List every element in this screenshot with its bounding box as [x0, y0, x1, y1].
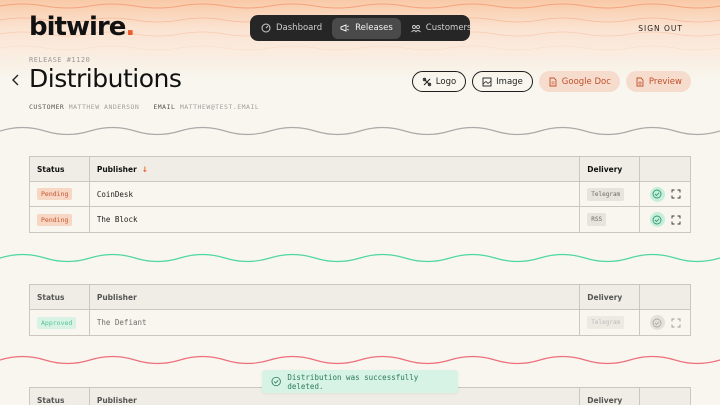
toast-message: Distribution was successfully deleted.	[287, 372, 419, 391]
image-button[interactable]: Image	[472, 71, 533, 92]
delivery-cell: Telegram	[580, 310, 641, 335]
pending-distributions-table: Status Publisher ↓ Delivery Pending CoinD…	[29, 156, 691, 233]
divider-wave-red	[0, 355, 720, 365]
logo-button[interactable]: Logo	[411, 71, 467, 92]
divider-wave-green	[0, 253, 720, 263]
main-nav: Dashboard Releases Customers	[250, 15, 471, 41]
success-toast: Distribution was successfully deleted.	[262, 370, 458, 393]
expand-icon	[671, 189, 680, 199]
dashboard-icon	[261, 23, 271, 33]
approve-button[interactable]	[649, 212, 665, 227]
release-label: RELEASE #1120	[29, 56, 91, 64]
table-row: Approved The Defiant Telegram	[30, 310, 690, 335]
approve-button[interactable]	[649, 315, 665, 330]
column-publisher-header[interactable]: Publisher	[90, 285, 581, 309]
document-icon	[549, 77, 557, 86]
sort-arrow-down-icon: ↓	[141, 164, 149, 174]
nav-releases[interactable]: Releases	[332, 17, 401, 39]
column-actions-header	[640, 157, 690, 181]
nav-dashboard[interactable]: Dashboard	[253, 18, 330, 39]
users-icon	[410, 25, 421, 33]
row-actions	[640, 182, 690, 206]
status-cell: Approved	[30, 310, 90, 335]
brand-logo[interactable]: bitwire.	[29, 12, 135, 42]
status-badge: Pending	[37, 213, 73, 226]
chevron-left-icon[interactable]	[10, 74, 22, 86]
delivery-badge: RSS	[587, 213, 607, 226]
release-actions: Logo Image Google Doc Preview	[411, 71, 691, 92]
status-badge: Approved	[37, 316, 77, 329]
customer-meta: CUSTOMER MATTHEW ANDERSON EMAIL MATTHEW@…	[29, 103, 259, 111]
preview-icon	[636, 77, 644, 86]
delivery-cell: Telegram	[580, 182, 641, 206]
expand-icon	[671, 215, 680, 224]
check-circle-icon	[271, 376, 281, 387]
approved-distributions-table: Status Publisher Delivery Approved The D…	[29, 284, 691, 336]
column-status-header[interactable]: Status	[30, 285, 90, 309]
page-title: Distributions	[29, 64, 182, 93]
expand-button[interactable]	[671, 189, 681, 199]
status-badge: Pending	[37, 188, 73, 200]
column-delivery-header[interactable]: Delivery	[580, 388, 641, 405]
publisher-cell: The Defiant	[90, 310, 581, 335]
logo-icon	[422, 77, 431, 86]
megaphone-icon	[340, 24, 350, 32]
delivery-badge: Telegram	[587, 316, 625, 329]
column-status-header[interactable]: Status	[30, 157, 90, 181]
approve-button[interactable]	[649, 186, 665, 202]
column-delivery-header[interactable]: Delivery	[580, 157, 641, 181]
column-actions-header	[640, 285, 690, 309]
check-circle-icon	[652, 318, 662, 327]
row-actions	[640, 310, 690, 335]
divider-wave-gray	[0, 126, 720, 136]
check-circle-icon	[652, 189, 662, 199]
column-actions-header	[640, 388, 690, 405]
preview-button[interactable]: Preview	[625, 71, 691, 92]
email-info: EMAIL MATTHEW@TEST.EMAIL	[153, 103, 260, 111]
table-row: Pending CoinDesk Telegram	[30, 182, 690, 207]
column-delivery-header[interactable]: Delivery	[580, 285, 641, 309]
publisher-cell: CoinDesk	[90, 182, 581, 206]
column-publisher-header[interactable]: Publisher ↓	[90, 157, 581, 181]
expand-icon	[671, 318, 680, 327]
check-circle-icon	[652, 215, 662, 224]
nav-customers[interactable]: Customers	[403, 18, 480, 39]
column-status-header[interactable]: Status	[30, 388, 90, 405]
image-icon	[482, 77, 492, 86]
table-row: Pending The Block RSS	[30, 207, 690, 232]
delivery-cell: RSS	[580, 207, 641, 232]
customer-info: CUSTOMER MATTHEW ANDERSON	[29, 103, 140, 111]
publisher-cell: The Block	[90, 207, 581, 232]
google-doc-button[interactable]: Google Doc	[538, 71, 620, 92]
status-cell: Pending	[30, 207, 90, 232]
status-cell: Pending	[30, 182, 90, 206]
sign-out-link[interactable]: SIGN OUT	[638, 24, 683, 33]
expand-button[interactable]	[671, 215, 681, 225]
row-actions	[640, 207, 690, 232]
table-header-row: Status Publisher Delivery	[30, 285, 690, 310]
expand-button[interactable]	[671, 318, 681, 328]
delivery-badge: Telegram	[587, 187, 625, 201]
table-header-row: Status Publisher ↓ Delivery	[30, 157, 690, 182]
